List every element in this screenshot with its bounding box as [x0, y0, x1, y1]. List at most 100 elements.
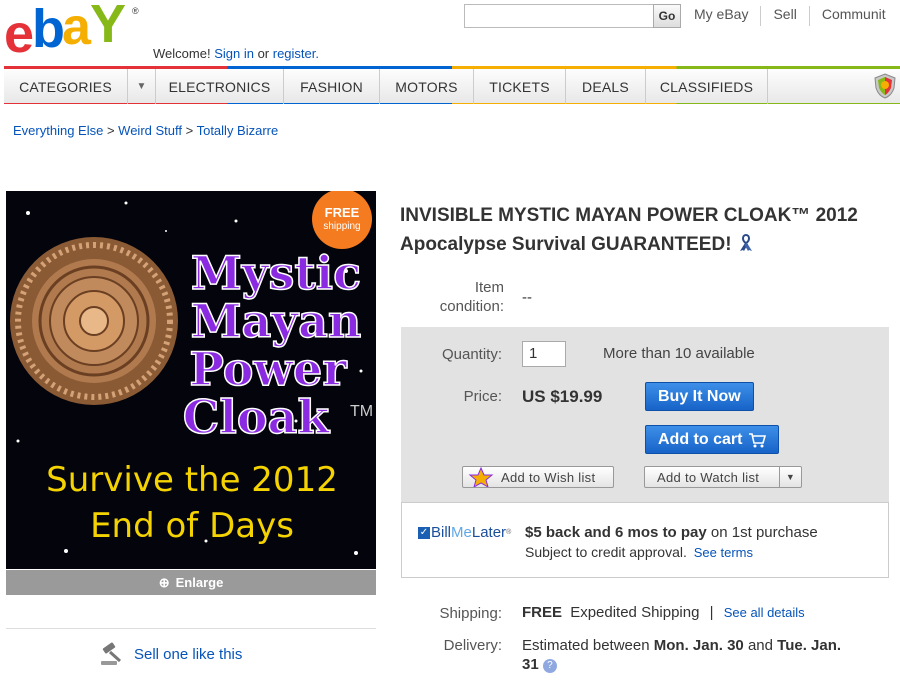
badge-shipping: shipping [323, 221, 360, 232]
nav-fashion[interactable]: FASHION [284, 69, 380, 104]
nav-deals[interactable]: DEALS [566, 69, 646, 104]
chevron-down-icon[interactable]: ▼ [779, 467, 801, 487]
condition-label-line1: Item [474, 279, 504, 296]
delivery-date-start: Mon. Jan. 30 [653, 637, 744, 654]
nav-motors[interactable]: MOTORS [380, 69, 474, 104]
breadcrumb-separator: > [106, 123, 119, 138]
art-trademark: TM [350, 403, 373, 420]
bml-offer: $5 back and 6 mos to pay on 1st purchase [525, 524, 818, 541]
delivery-and: and [747, 637, 773, 654]
shipping-type: Expedited Shipping [570, 604, 700, 621]
price-label: Price: [463, 388, 502, 405]
bml-offer-bold: $5 back and 6 mos to pay [525, 524, 707, 541]
category-nav: CATEGORIES ▼ ELECTRONICS FASHION MOTORS … [4, 66, 900, 104]
register-link[interactable]: register. [273, 46, 319, 61]
art-line-mayan: Mayan [191, 294, 362, 348]
price-value: US $19.99 [522, 387, 603, 406]
add-to-wish-list-button[interactable]: Add to Wish list [462, 466, 614, 488]
help-icon[interactable]: ? [542, 659, 557, 673]
quantity-input[interactable]: 1 [522, 341, 566, 367]
delivery-date-end-day: 31 [522, 656, 539, 673]
see-all-details-link[interactable]: See all details [724, 605, 805, 620]
go-button[interactable]: Go [653, 4, 681, 28]
nav-electronics[interactable]: ELECTRONICS [156, 69, 284, 104]
breadcrumb-totally-bizarre[interactable]: Totally Bizarre [197, 123, 279, 138]
breadcrumb-everything-else[interactable]: Everything Else [13, 123, 103, 138]
product-artwork: FREE shipping Mystic Mayan Power Cloak T… [6, 191, 376, 569]
breadcrumb: Everything Else > Weird Stuff > Totally … [13, 123, 278, 138]
art-line-mystic: Mystic [191, 246, 361, 300]
divider [760, 6, 762, 26]
wish-list-label: Add to Wish list [501, 469, 596, 485]
bill-me-later-logo[interactable]: ✓ Bill Me Later ® [418, 524, 511, 541]
nav-tickets[interactable]: TICKETS [474, 69, 566, 104]
art-line-cloak: Cloak [183, 390, 331, 444]
shipping-value: FREE Expedited Shipping | See all detail… [522, 604, 805, 621]
or-text: or [257, 46, 270, 61]
top-links: My eBay Sell Communit [694, 6, 886, 26]
bml-logo-later: Later [471, 524, 507, 541]
divider [808, 6, 810, 26]
bml-subject-text: Subject to credit approval. [525, 544, 687, 560]
add-to-cart-label: Add to cart [658, 430, 743, 448]
nav-categories[interactable]: CATEGORIES [4, 69, 128, 104]
listing-title-text: INVISIBLE MYSTIC MAYAN POWER CLOAK™ 2012… [400, 205, 858, 255]
breadcrumb-weird-stuff[interactable]: Weird Stuff [118, 123, 182, 138]
listing-title: INVISIBLE MYSTIC MAYAN POWER CLOAK™ 2012… [400, 201, 895, 259]
delivery-label: Delivery: [443, 637, 502, 654]
condition-label-line2: condition: [439, 298, 504, 315]
check-icon: ✓ [418, 526, 430, 539]
welcome-text: Welcome! Sign in or register. [153, 46, 319, 61]
bml-logo-me: Me [451, 524, 472, 541]
enlarge-button[interactable]: ⊕ Enlarge [6, 570, 376, 595]
gavel-icon [101, 642, 122, 665]
divider [6, 628, 376, 629]
quantity-label: Quantity: [441, 346, 502, 363]
art-survive-line2: End of Days [90, 506, 294, 546]
nav-classifieds[interactable]: CLASSIFIEDS [646, 69, 768, 104]
sign-in-link[interactable]: Sign in [214, 46, 254, 61]
ebay-logo[interactable]: e b a Y ® [4, 2, 144, 60]
shipping-label: Shipping: [439, 605, 502, 622]
ribbon-icon[interactable] [737, 233, 755, 252]
art-line-power: Power [189, 342, 347, 396]
add-to-watch-list-button[interactable]: Add to Watch list ▼ [644, 466, 802, 488]
welcome-label: Welcome! [153, 46, 211, 61]
bml-offer-rest: on 1st purchase [710, 524, 818, 541]
delivery-prefix: Estimated between [522, 637, 650, 654]
bml-subject: Subject to credit approval. See terms [525, 544, 753, 560]
shield-icon[interactable] [874, 73, 896, 99]
condition-label: Item condition: [420, 278, 504, 316]
sell-one-link[interactable]: Sell one like this [134, 646, 242, 663]
delivery-date-end: Tue. Jan. [777, 637, 842, 654]
svg-text:b: b [32, 2, 63, 59]
art-survive-line1: Survive the 2012 [46, 460, 338, 500]
svg-text:®: ® [132, 6, 139, 16]
badge-free: FREE [325, 205, 360, 220]
buy-it-now-button[interactable]: Buy It Now [645, 382, 754, 411]
cart-icon [749, 432, 767, 447]
svg-text:a: a [62, 2, 92, 56]
zoom-icon: ⊕ [158, 574, 170, 590]
sell-link[interactable]: Sell [773, 6, 796, 26]
sell-one-like-this[interactable]: Sell one like this [100, 642, 242, 666]
breadcrumb-separator: > [185, 123, 197, 138]
chevron-down-icon[interactable]: ▼ [128, 69, 156, 104]
svg-text:e: e [4, 4, 33, 60]
enlarge-label: Enlarge [175, 575, 224, 590]
condition-value: -- [522, 289, 532, 306]
my-ebay-link[interactable]: My eBay [694, 6, 748, 26]
bml-logo-bill: Bill [431, 524, 452, 541]
shipping-free: FREE [522, 604, 563, 621]
see-terms-link[interactable]: See terms [694, 545, 753, 560]
svg-text:Y: Y [90, 2, 126, 54]
community-link[interactable]: Communit [822, 6, 886, 26]
add-to-cart-button[interactable]: Add to cart [645, 425, 780, 454]
delivery-value: Estimated between Mon. Jan. 30 and Tue. … [522, 636, 887, 674]
wish-star-icon [468, 467, 494, 487]
bill-me-later-box: ✓ Bill Me Later ® $5 back and 6 mos to pay … [401, 502, 889, 578]
product-image[interactable]: FREE shipping Mystic Mayan Power Cloak T… [6, 191, 376, 569]
search-input[interactable] [464, 4, 654, 28]
watch-list-label: Add to Watch list [657, 469, 760, 485]
available-text: More than 10 available [603, 345, 755, 362]
